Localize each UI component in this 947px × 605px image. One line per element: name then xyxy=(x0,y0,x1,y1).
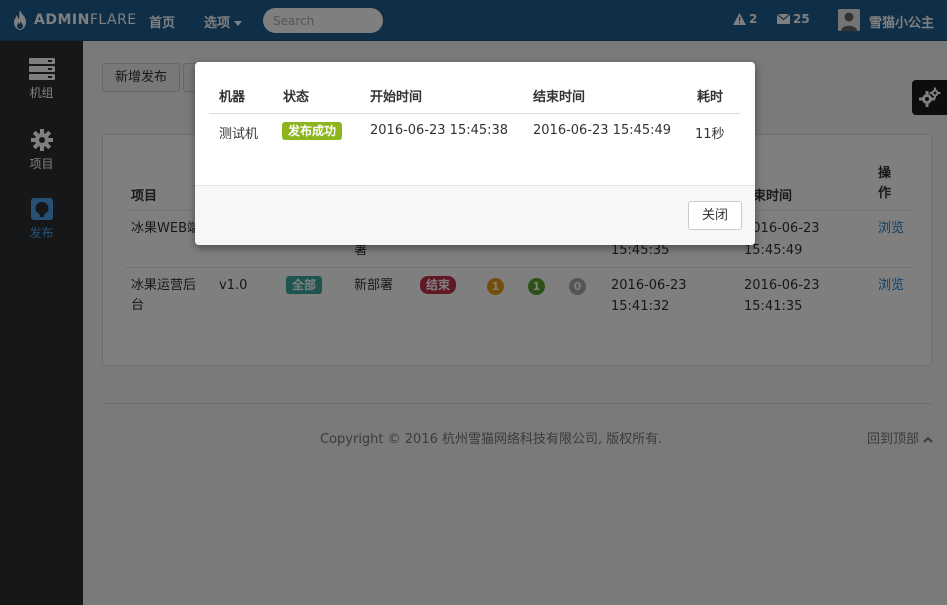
modal-header-duration: 耗时 xyxy=(697,90,724,105)
modal-machine: 测试机 xyxy=(219,127,259,142)
modal-status: 发布成功 xyxy=(282,122,343,140)
modal-header-status: 状态 xyxy=(283,90,310,105)
modal-header-machine: 机器 xyxy=(219,90,246,105)
close-button[interactable]: 关闭 xyxy=(688,201,743,230)
success-badge: 发布成功 xyxy=(282,122,343,140)
modal-duration: 11秒 xyxy=(695,127,725,142)
modal-header-start: 开始时间 xyxy=(370,90,423,105)
modal-header-divider xyxy=(209,113,740,114)
modal-end-time: 2016-06-23 15:45:49 xyxy=(533,123,672,138)
modal-footer: 关闭 xyxy=(195,185,755,245)
modal-header-end: 结束时间 xyxy=(533,90,586,105)
modal-start-time: 2016-06-23 15:45:38 xyxy=(370,123,509,138)
modal-body: 机器 状态 开始时间 结束时间 耗时 测试机 发布成功 2016-06-23 1… xyxy=(195,62,755,185)
release-detail-modal: 机器 状态 开始时间 结束时间 耗时 测试机 发布成功 2016-06-23 1… xyxy=(195,62,755,245)
